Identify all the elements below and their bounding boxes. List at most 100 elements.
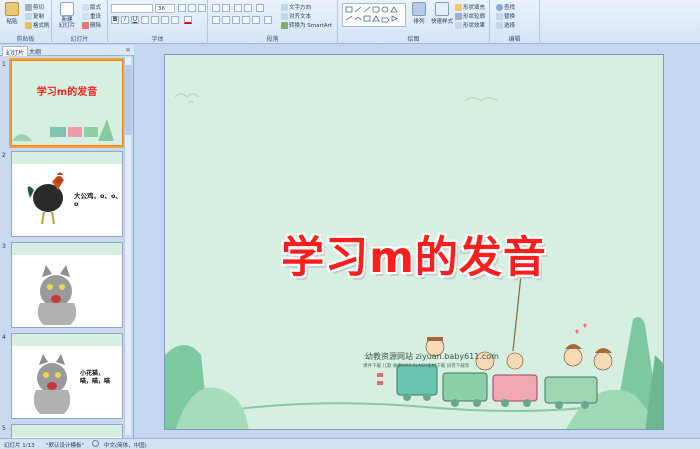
decrease-indent-icon[interactable] bbox=[234, 4, 242, 12]
slide-thumbnail-4[interactable]: 小花猫，喵，喵，喵 bbox=[11, 333, 123, 419]
cut-button[interactable]: 剪切 bbox=[25, 3, 44, 11]
slide-number: 2 bbox=[2, 152, 6, 159]
align-text-button[interactable]: 对齐文本 bbox=[281, 12, 311, 20]
status-bar: 幻灯片 1/13 "默认设计模板" 中文(简体，中国) bbox=[0, 438, 700, 449]
cut-label: 剪切 bbox=[33, 5, 45, 11]
char-spacing-icon[interactable] bbox=[161, 16, 169, 24]
slide-number: 3 bbox=[2, 243, 6, 250]
slides-pane: 幻灯片 大纲 × 1 学习m的发音 2 大公鸡，o、o、o 3 4 小花猫，喵，… bbox=[0, 45, 134, 438]
layout-icon bbox=[82, 3, 89, 11]
slide-thumbnail-1[interactable]: 学习m的发音 bbox=[9, 58, 125, 148]
smartart-icon bbox=[281, 21, 288, 29]
replace-label: 替换 bbox=[504, 14, 516, 20]
strikethrough-icon[interactable] bbox=[141, 16, 149, 24]
reset-icon bbox=[82, 12, 89, 20]
paragraph-group: 文字方向 对齐文本 转换为 SmartArt 段落 bbox=[208, 0, 338, 44]
layout-button[interactable]: 版式 bbox=[82, 3, 101, 11]
align-text-label: 对齐文本 bbox=[289, 14, 312, 20]
delete-icon bbox=[82, 21, 89, 29]
columns-icon[interactable] bbox=[264, 16, 272, 24]
line-spacing-icon[interactable] bbox=[256, 4, 264, 12]
arrange-button[interactable]: 排列 bbox=[410, 2, 428, 25]
drawing-group: 排列 快速样式 形状填充 形状轮廓 形状效果 绘图 bbox=[338, 0, 490, 44]
shrink-font-icon[interactable] bbox=[188, 4, 196, 12]
ribbon: 粘贴 剪切 复制 格式刷 剪贴板 新建 幻灯片 版式 重设 删除 幻灯片 36 … bbox=[0, 0, 700, 44]
watermark-text: 幼教资源网站 ziyuan.baby611.com bbox=[365, 352, 499, 361]
smartart-button[interactable]: 转换为 SmartArt bbox=[281, 21, 332, 29]
font-color-icon[interactable] bbox=[184, 16, 192, 24]
thumb-caption: 小花猫，喵，喵，喵 bbox=[80, 370, 111, 385]
align-center-icon[interactable] bbox=[222, 16, 230, 24]
copy-button[interactable]: 复制 bbox=[25, 12, 44, 20]
clipboard-group: 粘贴 剪切 复制 格式刷 剪贴板 bbox=[0, 0, 52, 44]
delete-label: 删除 bbox=[90, 23, 102, 29]
powerpoint-window: 粘贴 剪切 复制 格式刷 剪贴板 新建 幻灯片 版式 重设 删除 幻灯片 36 … bbox=[0, 0, 700, 449]
slide-thumbnail-5[interactable] bbox=[11, 424, 123, 438]
editing-group-label: 编辑 bbox=[508, 36, 521, 43]
text-direction-label: 文字方向 bbox=[289, 5, 312, 11]
align-right-icon[interactable] bbox=[232, 16, 240, 24]
justify-icon[interactable] bbox=[242, 16, 250, 24]
arrange-label: 排列 bbox=[413, 19, 425, 25]
font-name-combo[interactable] bbox=[111, 4, 153, 13]
change-case-icon[interactable] bbox=[171, 16, 179, 24]
increase-indent-icon[interactable] bbox=[244, 4, 252, 12]
tab-slides[interactable]: 幻灯片 bbox=[2, 46, 29, 57]
theme-name: "默认设计模板" bbox=[46, 443, 85, 449]
delete-slide-button[interactable]: 删除 bbox=[82, 21, 101, 29]
pane-tabs: 幻灯片 大纲 × bbox=[0, 45, 134, 57]
new-slide-button[interactable]: 新建 幻灯片 bbox=[55, 2, 79, 29]
distribute-icon[interactable] bbox=[252, 16, 260, 24]
text-direction-button[interactable]: 文字方向 bbox=[281, 3, 311, 11]
language: 中文(简体，中国) bbox=[104, 443, 147, 449]
select-label: 选择 bbox=[504, 23, 516, 29]
italic-icon[interactable]: I bbox=[121, 16, 129, 24]
select-button[interactable]: 选择 bbox=[496, 21, 515, 29]
smartart-label: 转换为 SmartArt bbox=[289, 23, 333, 29]
copy-icon bbox=[25, 12, 32, 20]
new-slide-icon bbox=[60, 2, 74, 16]
slide-thumbnail-3[interactable] bbox=[11, 242, 123, 328]
slide-number: 4 bbox=[2, 334, 6, 341]
shape-effects-label: 形状效果 bbox=[463, 23, 486, 29]
spellcheck-icon[interactable] bbox=[92, 440, 99, 447]
align-left-icon[interactable] bbox=[212, 16, 220, 24]
shape-outline-label: 形状轮廓 bbox=[463, 14, 486, 20]
shape-fill-button[interactable]: 形状填充 bbox=[455, 3, 485, 11]
slide-thumbnail-2[interactable]: 大公鸡，o、o、o bbox=[11, 151, 123, 237]
format-painter-button[interactable]: 格式刷 bbox=[25, 21, 50, 29]
paste-icon bbox=[5, 2, 19, 16]
reset-label: 重设 bbox=[90, 14, 102, 20]
reset-button[interactable]: 重设 bbox=[82, 12, 101, 20]
scrollbar-thumb[interactable] bbox=[125, 65, 132, 135]
paste-button[interactable]: 粘贴 bbox=[2, 2, 22, 25]
clear-format-icon[interactable] bbox=[198, 4, 206, 12]
shapes-gallery[interactable] bbox=[342, 3, 406, 27]
shadow-icon[interactable] bbox=[151, 16, 159, 24]
cat-image bbox=[37, 265, 77, 325]
replace-button[interactable]: 替换 bbox=[496, 12, 515, 20]
tab-outline[interactable]: 大纲 bbox=[26, 46, 44, 56]
quick-styles-button[interactable]: 快速样式 bbox=[430, 2, 454, 25]
close-pane-icon[interactable]: × bbox=[125, 46, 131, 54]
font-group: 36 B I U 字体 bbox=[108, 0, 208, 44]
numbering-icon[interactable] bbox=[222, 4, 230, 12]
find-button[interactable]: 查找 bbox=[496, 3, 515, 11]
bullets-icon[interactable] bbox=[212, 4, 220, 12]
thumb-caption: 大公鸡，o、o、o bbox=[74, 192, 122, 208]
grow-font-icon[interactable] bbox=[178, 4, 186, 12]
shape-effects-button[interactable]: 形状效果 bbox=[455, 21, 485, 29]
brush-icon bbox=[25, 21, 32, 29]
copy-label: 复制 bbox=[33, 14, 45, 20]
underline-icon[interactable]: U bbox=[131, 16, 139, 24]
pane-scrollbar[interactable] bbox=[124, 57, 132, 435]
shape-outline-button[interactable]: 形状轮廓 bbox=[455, 12, 485, 20]
bold-icon[interactable]: B bbox=[111, 16, 119, 24]
slide-title[interactable]: 学习m的发音 bbox=[165, 223, 663, 285]
layout-label: 版式 bbox=[90, 5, 102, 11]
watermark-small-text: 课件下载 儿歌 故事MP3 FLASH素材下载 试卷下载等 bbox=[363, 364, 470, 369]
slide-number: 5 bbox=[2, 425, 6, 432]
font-size-combo[interactable]: 36 bbox=[155, 4, 175, 13]
slide-canvas[interactable]: 学习m的发音 幼教资源网站 ziyuan.baby611.com 课件下载 儿歌… bbox=[164, 54, 664, 430]
shape-outline-icon bbox=[455, 12, 462, 20]
